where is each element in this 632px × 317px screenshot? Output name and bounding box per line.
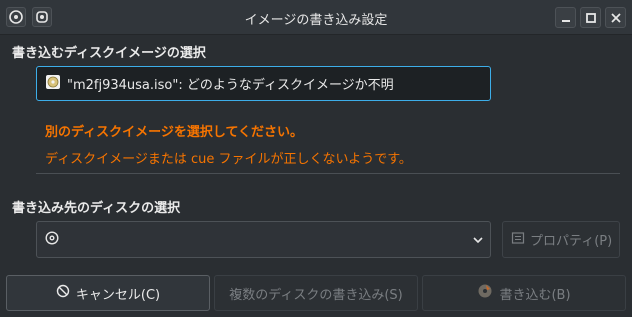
- error-title: 別のディスクイメージを選択してください。: [45, 125, 304, 140]
- target-disc-combo[interactable]: [36, 221, 491, 258]
- burn-disc-icon: [477, 283, 493, 303]
- error-detail: ディスクイメージまたは cue ファイルが正しくないようです。: [45, 152, 412, 167]
- cancel-label: キャンセル(C): [75, 287, 161, 303]
- properties-button[interactable]: プロパティ(P): [502, 221, 620, 258]
- image-file-field[interactable]: "m2fj934usa.iso": どのようなディスクイメージか不明: [36, 66, 491, 101]
- image-file-text: "m2fj934usa.iso": どのようなディスクイメージか不明: [67, 78, 394, 93]
- section-divider: [36, 173, 620, 174]
- properties-icon: [511, 231, 525, 249]
- optical-disc-icon: [45, 230, 59, 249]
- title-bar: イメージの書き込み設定: [0, 0, 632, 35]
- multi-disc-burn-button[interactable]: 複数のディスクの書き込み(S): [214, 275, 418, 311]
- burn-button[interactable]: 書き込む(B): [422, 275, 626, 311]
- chevron-down-icon: [472, 234, 484, 250]
- disc-file-icon: [45, 74, 61, 94]
- cancel-button[interactable]: キャンセル(C): [6, 275, 210, 311]
- burn-label: 書き込む(B): [499, 287, 571, 303]
- target-section-label: 書き込み先のディスクの選択: [12, 201, 181, 216]
- properties-label: プロパティ(P): [530, 234, 613, 249]
- multi-disc-burn-label: 複数のディスクの書き込み(S): [229, 287, 403, 303]
- maximize-icon[interactable]: [580, 7, 601, 28]
- minimize-icon[interactable]: [555, 7, 576, 28]
- cancel-icon: [56, 284, 70, 302]
- close-icon[interactable]: [605, 7, 626, 28]
- image-section-label: 書き込むディスクイメージの選択: [12, 46, 206, 61]
- window-title: イメージの書き込み設定: [244, 13, 388, 28]
